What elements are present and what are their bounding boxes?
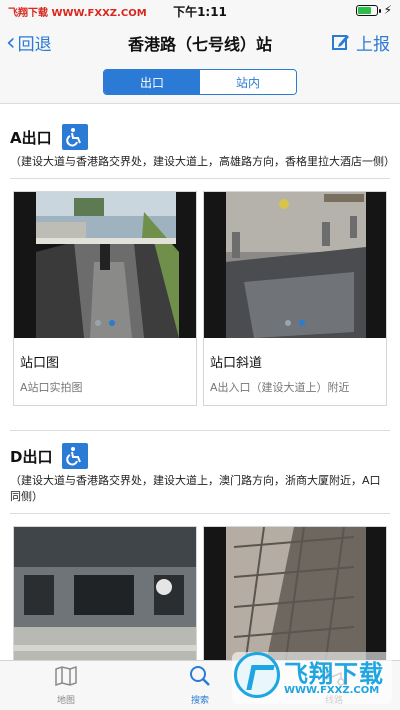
search-icon bbox=[190, 666, 210, 686]
segment-bar: 出口 站内 bbox=[0, 62, 400, 104]
status-time: 下午1:11 bbox=[173, 5, 227, 19]
exit-d-header: D出口 bbox=[0, 443, 400, 469]
report-label: 上报 bbox=[356, 34, 390, 55]
photo-card[interactable]: 站口图 A站口实拍图 bbox=[13, 191, 197, 406]
charging-icon: ⚡ bbox=[383, 3, 392, 17]
exit-list[interactable]: A出口 （建设大道与香港路交界处，建设大道上，高雄路方向，香格里拉大酒店一侧） bbox=[0, 104, 400, 660]
tab-map-label: 地图 bbox=[56, 696, 75, 706]
photo-card[interactable] bbox=[13, 526, 197, 660]
back-button[interactable]: ‹ 回退 bbox=[6, 28, 52, 56]
photo-card[interactable]: 站口斜道 A出入口（建设大道上）附近 bbox=[203, 191, 387, 406]
report-button[interactable]: 上报 bbox=[332, 28, 390, 56]
segment-exits[interactable]: 出口 bbox=[104, 70, 200, 94]
escalator-photo[interactable] bbox=[14, 192, 196, 338]
exit-a-header: A出口 bbox=[0, 124, 400, 150]
watermark-logo-icon bbox=[234, 652, 280, 698]
exit-d-name: D出口 bbox=[10, 447, 53, 466]
page-title: 香港路（七号线）站 bbox=[127, 35, 272, 54]
back-label: 回退 bbox=[17, 34, 52, 55]
wheelchair-icon bbox=[61, 124, 88, 150]
watermark-url: WWW.FXXZ.COM bbox=[284, 685, 380, 696]
battery-icon bbox=[356, 5, 381, 16]
exit-a-description: （建设大道与香港路交界处，建设大道上，高雄路方向，香格里拉大酒店一侧） bbox=[10, 155, 395, 168]
tab-map[interactable]: 地图 bbox=[26, 665, 106, 706]
station-entrance-photo[interactable] bbox=[14, 527, 196, 660]
photo-card[interactable] bbox=[203, 526, 387, 660]
card-subtitle: A出入口（建设大道上）附近 bbox=[210, 381, 350, 394]
status-bar: 飞翔下载 WWW.FXXZ.COM 下午1:11 ⚡ bbox=[0, 0, 400, 22]
chevron-left-icon: ‹ bbox=[6, 28, 16, 56]
segment-inside-station[interactable]: 站内 bbox=[200, 70, 296, 94]
carousel-dots bbox=[204, 320, 386, 326]
card-subtitle: A站口实拍图 bbox=[20, 381, 83, 394]
wheelchair-icon bbox=[62, 443, 89, 469]
exit-d-description: （建设大道与香港路交界处，建设大道上，澳门路方向，浙商大厦附近，A口同侧） bbox=[10, 474, 381, 503]
tab-search[interactable]: 搜索 bbox=[160, 665, 240, 706]
ramp-photo[interactable] bbox=[204, 192, 386, 338]
site-watermark: 飞翔下载 WWW.FXXZ.COM bbox=[232, 652, 392, 704]
exit-a-name: A出口 bbox=[10, 128, 52, 147]
sidewalk-photo[interactable] bbox=[204, 527, 386, 660]
card-caption: 站口图 bbox=[20, 356, 60, 371]
nav-bar: ‹ 回退 香港路（七号线）站 上报 bbox=[0, 22, 400, 62]
edit-icon bbox=[332, 35, 349, 50]
map-icon bbox=[55, 665, 77, 687]
watermark-text: 飞翔下载 bbox=[284, 660, 384, 688]
card-caption: 站口斜道 bbox=[210, 356, 263, 371]
tab-search-label: 搜索 bbox=[190, 696, 209, 706]
segmented-control: 出口 站内 bbox=[103, 69, 297, 95]
carousel-dots bbox=[14, 320, 196, 326]
